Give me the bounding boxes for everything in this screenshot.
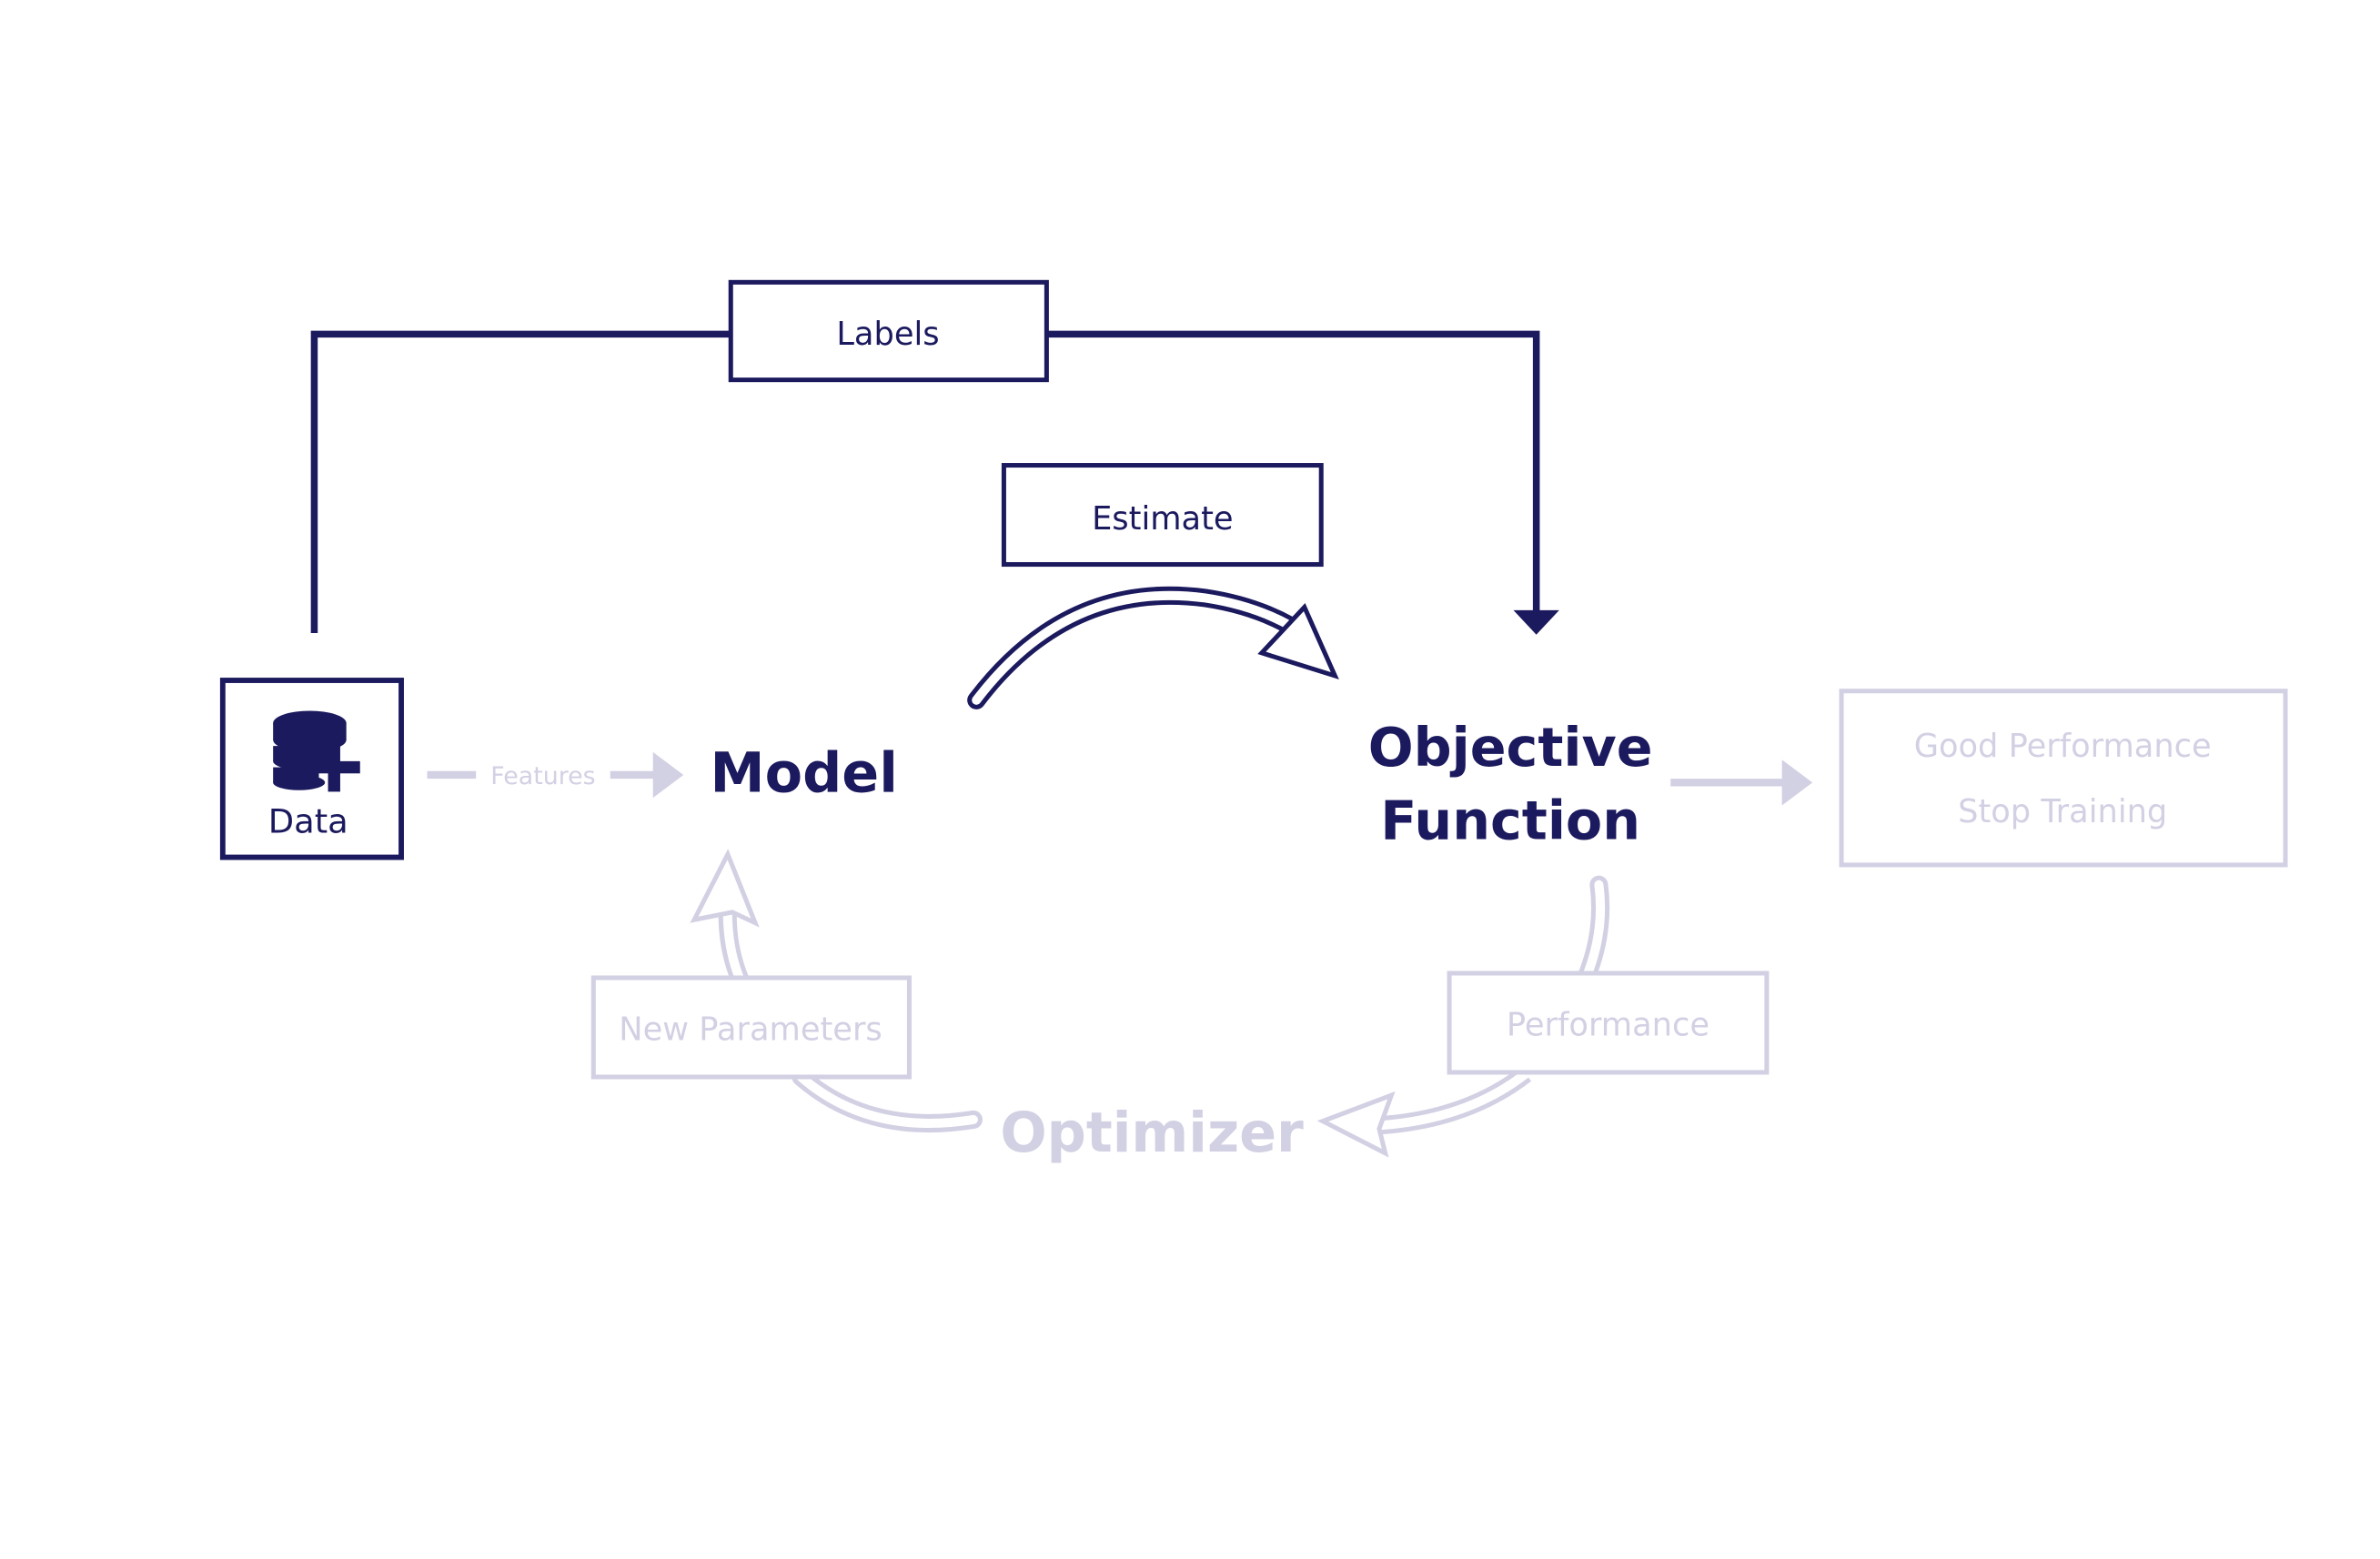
- stop-training-arrow: [1670, 759, 1813, 806]
- performance-to-optimizer-arrow: [1316, 1066, 1532, 1158]
- new-parameters-label: New Parameters: [619, 1011, 882, 1049]
- optimizer-to-parameters-arrow: [792, 1067, 983, 1133]
- estimate-label: Estimate: [1092, 500, 1234, 538]
- objective-function-label-line1: Objective: [1368, 717, 1653, 779]
- good-performance-box: Good Performance Stop Training: [1839, 689, 2288, 868]
- optimizer-label: Optimizer: [1000, 1101, 1304, 1165]
- estimate-curved-arrow: [967, 586, 1339, 709]
- good-performance-label: Good Performance: [1914, 728, 2212, 765]
- estimate-box: Estimate: [1001, 463, 1324, 568]
- data-label: Data: [268, 802, 348, 841]
- new-parameters-box: New Parameters: [590, 975, 912, 1080]
- objective-to-performance-arrow: [1577, 875, 1610, 986]
- labels-arrowhead: [1513, 609, 1559, 635]
- parameters-to-model-arrow: [690, 849, 760, 983]
- data-box: Data: [219, 678, 404, 860]
- features-arrow: Features: [427, 751, 684, 799]
- training-loop-diagram: Labels Estimate Data Features Model Obje…: [219, 279, 2288, 1165]
- features-label: Features: [490, 762, 595, 790]
- performance-box: Performance: [1447, 971, 1770, 1075]
- labels-label: Labels: [836, 316, 939, 353]
- performance-label: Performance: [1507, 1007, 1709, 1044]
- model-label: Model: [711, 741, 898, 805]
- objective-function-label-line2: Function: [1380, 790, 1640, 851]
- labels-box: Labels: [728, 279, 1049, 383]
- stop-training-label: Stop Training: [1958, 793, 2167, 830]
